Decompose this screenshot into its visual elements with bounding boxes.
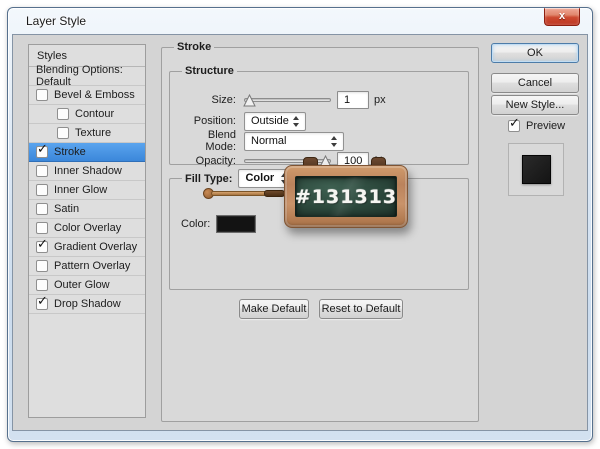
style-checkbox[interactable]: ✓ — [36, 241, 48, 253]
style-item-label: Texture — [75, 127, 111, 139]
stroke-panel: Stroke Structure Size: px Position: — [161, 41, 479, 422]
new-style-button[interactable]: New Style... — [491, 95, 579, 115]
size-label: Size: — [180, 94, 236, 106]
size-unit: px — [374, 94, 386, 106]
cancel-button[interactable]: Cancel — [491, 73, 579, 93]
style-item-drop-shadow[interactable]: ✓ Drop Shadow — [29, 295, 145, 314]
make-default-button[interactable]: Make Default — [239, 299, 309, 319]
position-value: Outside — [251, 115, 289, 127]
preview-thumbnail — [508, 143, 564, 196]
chalkboard-frame: #131313 — [284, 165, 408, 228]
preview-option: ✓ Preview — [508, 120, 565, 132]
style-item-inner-shadow[interactable]: Inner Shadow — [29, 162, 145, 181]
chalkboard-tooltip: #131313 — [284, 156, 408, 228]
style-checkbox[interactable] — [57, 108, 69, 120]
style-checkbox[interactable]: ✓ — [36, 146, 48, 158]
structure-group: Structure Size: px Position: Ou — [169, 65, 469, 165]
style-checkbox[interactable] — [36, 165, 48, 177]
style-checkbox[interactable] — [36, 89, 48, 101]
window-title: Layer Style — [26, 14, 86, 28]
structure-legend: Structure — [182, 65, 237, 77]
style-checkbox[interactable] — [36, 184, 48, 196]
fill-type-legend: Fill Type: Color — [182, 169, 297, 188]
color-label: Color: — [181, 218, 210, 230]
style-item-inner-glow[interactable]: Inner Glow — [29, 181, 145, 200]
close-icon: x — [559, 10, 565, 22]
title-bar[interactable]: Layer Style x — [8, 8, 592, 34]
styles-list: Styles Blending Options: DefaultBevel & … — [28, 44, 146, 418]
blend-mode-dropdown[interactable]: Normal — [244, 132, 344, 151]
ok-button[interactable]: OK — [491, 43, 579, 63]
spinner-arrows-icon — [331, 136, 338, 147]
reset-to-default-button[interactable]: Reset to Default — [319, 299, 403, 319]
layer-style-dialog: Layer Style x Styles Blending Options: D… — [7, 7, 593, 442]
close-button[interactable]: x — [544, 8, 580, 26]
style-item-label: Satin — [54, 203, 79, 215]
style-item-label: Inner Shadow — [54, 165, 122, 177]
style-item-label: Bevel & Emboss — [54, 89, 135, 101]
style-item-gradient-overlay[interactable]: ✓ Gradient Overlay — [29, 238, 145, 257]
style-checkbox[interactable] — [36, 279, 48, 291]
style-checkbox[interactable] — [57, 127, 69, 139]
fill-type-label: Fill Type: — [185, 173, 232, 185]
style-item-satin[interactable]: Satin — [29, 200, 145, 219]
spinner-arrows-icon — [293, 116, 300, 127]
blend-mode-value: Normal — [251, 135, 286, 147]
check-icon: ✓ — [37, 293, 48, 309]
check-icon: ✓ — [509, 115, 520, 131]
color-swatch[interactable] — [216, 215, 256, 233]
slider-thumb-icon[interactable] — [243, 94, 256, 112]
style-item-label: Contour — [75, 108, 114, 120]
style-item-label: Inner Glow — [54, 184, 107, 196]
style-item-label: Stroke — [54, 146, 86, 158]
style-checkbox[interactable] — [36, 260, 48, 272]
position-dropdown[interactable]: Outside — [244, 112, 306, 131]
style-item-label: Drop Shadow — [54, 298, 121, 310]
style-item-label: Pattern Overlay — [54, 260, 130, 272]
style-item-label: Blending Options: Default — [36, 64, 145, 88]
check-icon: ✓ — [37, 141, 48, 157]
pointer-grip-icon — [264, 190, 285, 197]
style-item-stroke[interactable]: ✓ Stroke — [29, 143, 145, 162]
size-input[interactable] — [337, 91, 369, 109]
position-row: Position: Outside — [180, 111, 460, 131]
color-hex-text: #131313 — [295, 186, 397, 208]
style-item-contour[interactable]: Contour — [29, 105, 145, 124]
dialog-body: Styles Blending Options: DefaultBevel & … — [12, 34, 588, 431]
preview-style-swatch — [522, 155, 551, 184]
style-item-bevel-emboss[interactable]: Bevel & Emboss — [29, 86, 145, 105]
blend-mode-label: Blend Mode: — [180, 129, 236, 153]
style-checkbox[interactable]: ✓ — [36, 298, 48, 310]
check-icon: ✓ — [37, 236, 48, 252]
style-item-pattern-overlay[interactable]: Pattern Overlay — [29, 257, 145, 276]
style-item-label: Color Overlay — [54, 222, 121, 234]
fill-type-value: Color — [245, 172, 274, 184]
panel-title: Stroke — [174, 41, 214, 53]
style-checkbox[interactable] — [36, 222, 48, 234]
preview-label: Preview — [526, 120, 565, 132]
style-item-label: Outer Glow — [54, 279, 110, 291]
position-label: Position: — [180, 115, 236, 127]
style-item-blending-options-default[interactable]: Blending Options: Default — [29, 67, 145, 86]
style-checkbox[interactable] — [36, 203, 48, 215]
chalkboard-surface: #131313 — [295, 176, 397, 217]
color-row: Color: — [181, 215, 256, 233]
blend-mode-row: Blend Mode: Normal — [180, 131, 460, 151]
preview-checkbox[interactable]: ✓ — [508, 120, 520, 132]
style-item-label: Gradient Overlay — [54, 241, 137, 253]
opacity-label: Opacity: — [180, 155, 236, 167]
size-slider-track[interactable] — [244, 98, 331, 102]
size-slider[interactable] — [244, 94, 331, 107]
size-row: Size: px — [180, 90, 460, 110]
